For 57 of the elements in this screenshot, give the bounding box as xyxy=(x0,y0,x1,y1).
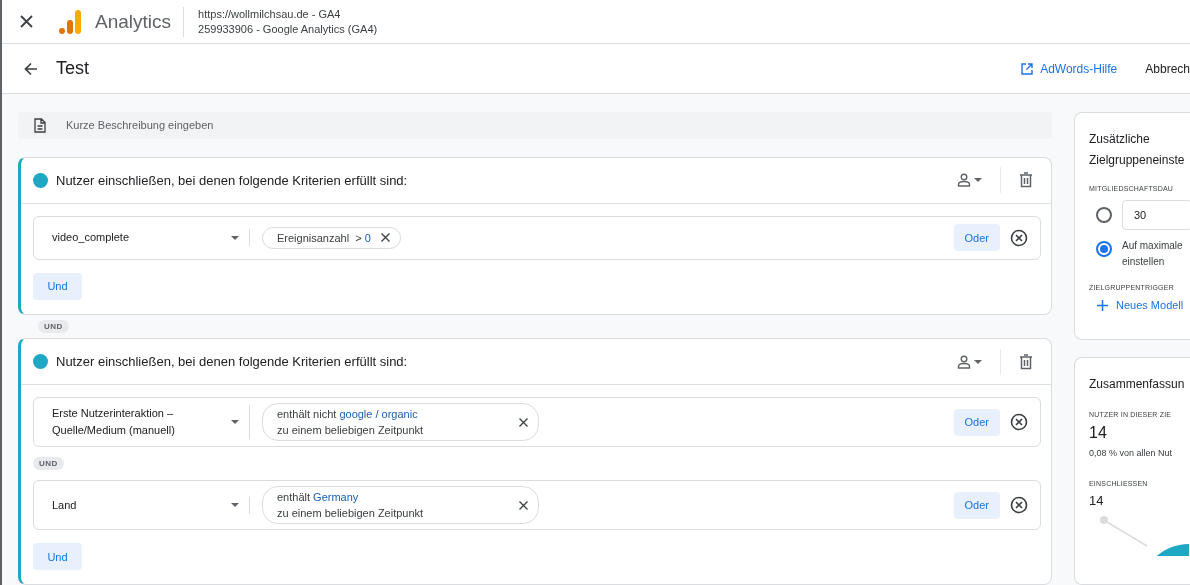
close-icon[interactable] xyxy=(20,15,33,28)
panel-title: Zusammenfassun xyxy=(1089,376,1185,393)
dropdown-caret-icon xyxy=(231,420,239,424)
filter-chip[interactable]: enthält nicht google / organic zu einem beliebigen Zeitpunkt xyxy=(262,403,539,441)
description-field[interactable]: Kurze Beschreibung eingeben xyxy=(18,112,1052,139)
dimension-select[interactable]: Erste Nutzerinteraktion – Quelle/Medium (manuell) xyxy=(34,405,250,439)
dropdown-caret-icon xyxy=(974,178,982,183)
new-model-link[interactable]: Neues Modell xyxy=(1089,299,1190,311)
or-button[interactable]: Oder xyxy=(953,408,1000,436)
users-share: 0,08 % von allen Nut xyxy=(1089,448,1173,458)
external-link-icon xyxy=(1021,62,1034,75)
group-title: Nutzer einschließen, bei denen folgende Kriterien erfüllt sind: xyxy=(56,172,409,188)
dimension-select[interactable]: Land xyxy=(34,496,250,514)
include-count: 14 xyxy=(1089,493,1105,508)
dropdown-caret-icon xyxy=(974,359,982,364)
panel-title: Zusätzliche Zielgruppeneinste xyxy=(1089,131,1185,169)
duration-input[interactable]: 30 xyxy=(1122,200,1190,230)
page-title: Test xyxy=(56,58,90,79)
property-url: https://wollmilchsau.de - GA4 xyxy=(198,8,342,20)
timing-text: zu einem beliebigen Zeitpunkt xyxy=(277,424,425,436)
group-title: Nutzer einschließen, bei denen folgende Kriterien erfüllt sind: xyxy=(56,354,409,369)
filter-text: enthält Germany xyxy=(277,491,360,503)
and-connector-label: UND xyxy=(33,457,64,470)
property-id: 259933906 - Google Analytics (GA4) xyxy=(198,23,378,35)
close-icon[interactable] xyxy=(380,233,390,243)
timing-text: zu einem beliebigen Zeitpunkt xyxy=(277,507,425,519)
product-name: Analytics xyxy=(95,6,185,37)
dropdown-caret-icon xyxy=(231,235,239,240)
remove-icon[interactable] xyxy=(1010,413,1028,431)
or-button[interactable]: Oder xyxy=(953,491,1000,519)
filter-chip[interactable]: enthält Germany zu einem beliebigen Zeitpunkt xyxy=(262,486,539,524)
remove-icon[interactable] xyxy=(1010,496,1028,514)
and-button[interactable]: Und xyxy=(33,272,82,300)
analytics-logo-icon xyxy=(59,9,81,34)
and-button[interactable]: Und xyxy=(33,543,82,570)
plus-icon xyxy=(1097,299,1108,311)
delete-icon[interactable] xyxy=(1019,353,1033,370)
radio-button[interactable] xyxy=(1096,207,1112,223)
dropdown-caret-icon xyxy=(231,503,239,507)
remove-icon[interactable] xyxy=(1010,228,1028,247)
person-icon xyxy=(956,172,972,189)
filter-text: Ereignisanzahl > 0 xyxy=(277,231,371,244)
users-count: 14 xyxy=(1089,424,1108,442)
document-icon xyxy=(34,117,46,133)
option-label: Auf maximale einstellen xyxy=(1122,239,1183,269)
dimension-select[interactable]: video_complete xyxy=(34,229,250,247)
close-icon[interactable] xyxy=(519,500,528,510)
or-button[interactable]: Oder xyxy=(953,224,1000,252)
filter-text: enthält nicht google / organic xyxy=(277,408,419,420)
person-icon xyxy=(956,353,972,370)
close-icon[interactable] xyxy=(519,417,528,427)
cancel-button[interactable]: Abbrech xyxy=(1135,61,1190,76)
radio-button[interactable] xyxy=(1096,241,1112,257)
delete-icon[interactable] xyxy=(1019,172,1033,189)
and-connector-label: UND xyxy=(38,319,69,333)
back-arrow-icon[interactable] xyxy=(24,61,38,76)
help-link[interactable]: AdWords-Hilfe xyxy=(1021,61,1118,76)
